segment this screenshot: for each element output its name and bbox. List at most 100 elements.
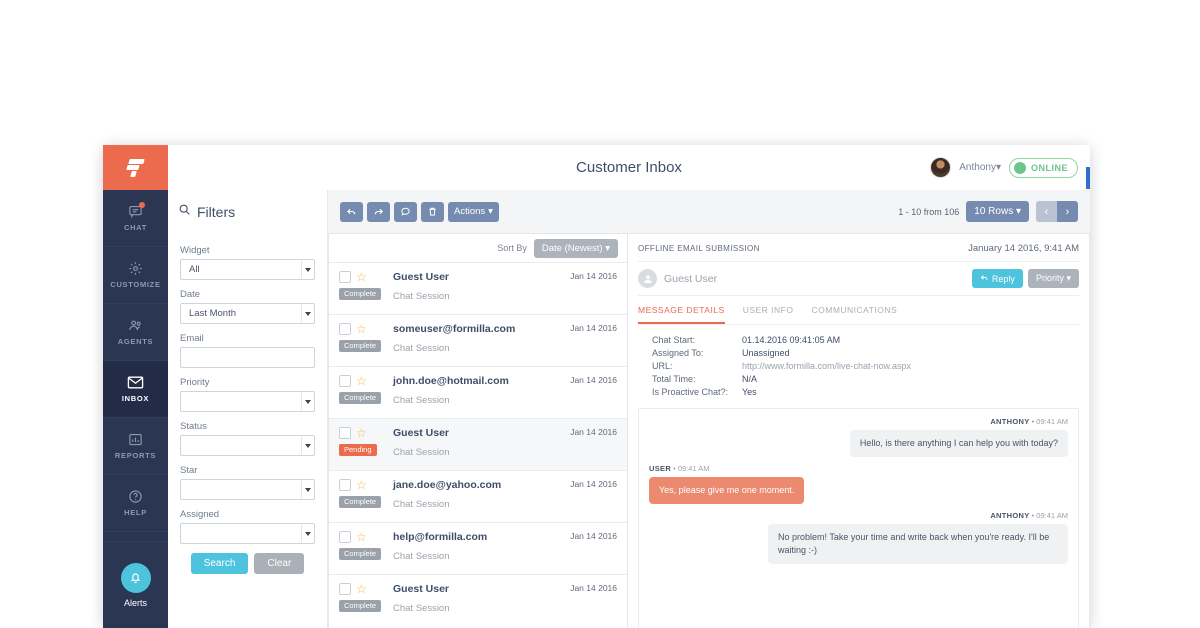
- chat-message-meta: ANTHONY • 09:41 AM: [990, 511, 1068, 521]
- list-item-text: Guest User Chat Session: [393, 271, 570, 314]
- reply-label: Reply: [991, 273, 1015, 284]
- reply-arrow-icon[interactable]: [340, 201, 363, 222]
- list-item[interactable]: ☆ Complete john.doe@hotmail.com Chat Ses…: [329, 366, 627, 418]
- list-item-controls: ☆ Complete: [339, 531, 393, 574]
- star-icon[interactable]: ☆: [356, 271, 367, 283]
- avatar[interactable]: [930, 157, 952, 178]
- date-select-value: Last Month: [189, 308, 236, 319]
- list-item[interactable]: ☆ Complete Guest User Chat Session Jan 1…: [329, 262, 627, 314]
- meta-value: 01.14.2016 09:41:05 AM: [742, 335, 841, 345]
- list-item-text: Guest User Chat Session: [393, 583, 570, 626]
- date-select[interactable]: Last Month: [180, 303, 315, 324]
- reply-arrow-icon: [980, 273, 989, 284]
- next-page-button[interactable]: ›: [1057, 201, 1078, 222]
- field-label: Email: [180, 333, 204, 344]
- status-badge: Complete: [339, 600, 382, 612]
- chat-message: ANTHONY • 09:41 AM No problem! Take your…: [649, 511, 1068, 565]
- comment-icon[interactable]: [394, 201, 417, 222]
- field-label: Widget: [180, 245, 210, 256]
- chevron-down-icon: [301, 261, 313, 278]
- list-item[interactable]: ☆ Complete help@formilla.com Chat Sessio…: [329, 522, 627, 574]
- actions-label: Actions: [454, 206, 486, 217]
- status-badge: Complete: [339, 548, 382, 560]
- row-checkbox[interactable]: [339, 427, 351, 439]
- chat-message-sender: ANTHONY: [990, 417, 1030, 426]
- list-item-text: jane.doe@yahoo.com Chat Session: [393, 479, 570, 522]
- sidebar-item-agents[interactable]: AGENTS: [103, 304, 168, 361]
- sidebar-item-help[interactable]: HELP: [103, 475, 168, 532]
- actions-button[interactable]: Actions ▾: [448, 201, 499, 222]
- list-item-text: Guest User Chat Session: [393, 427, 570, 470]
- star-icon[interactable]: ☆: [356, 427, 367, 439]
- star-icon[interactable]: ☆: [356, 531, 367, 543]
- row-checkbox[interactable]: [339, 323, 351, 335]
- app-logo[interactable]: [103, 145, 168, 190]
- sidebar-item-customize[interactable]: CUSTOMIZE: [103, 247, 168, 304]
- row-checkbox[interactable]: [339, 531, 351, 543]
- status-badge: Complete: [339, 392, 382, 404]
- list-item[interactable]: ☆ Complete jane.doe@yahoo.com Chat Sessi…: [329, 470, 627, 522]
- list-item-controls: ☆ Complete: [339, 375, 393, 418]
- user-menu[interactable]: Anthony▾: [959, 162, 1001, 173]
- pagination-range: 1 - 10 from 106: [898, 206, 960, 217]
- meta-value-url[interactable]: http://www.formilla.com/live-chat-now.as…: [742, 361, 911, 371]
- status-badge: Complete: [339, 496, 382, 508]
- meta-value: N/A: [742, 374, 758, 384]
- sort-by-button[interactable]: Date (Newest) ▾: [533, 238, 618, 258]
- prev-page-button[interactable]: ‹: [1036, 201, 1057, 222]
- row-checkbox[interactable]: [339, 479, 351, 491]
- reply-button[interactable]: Reply: [971, 269, 1023, 288]
- widget-select[interactable]: All: [180, 259, 315, 280]
- user-name-label: Anthony: [959, 162, 996, 173]
- assigned-select[interactable]: [180, 523, 315, 544]
- row-checkbox[interactable]: [339, 583, 351, 595]
- filters-title: Filters: [197, 203, 236, 220]
- filters-body: Widget All Date Last Month Email Priorit…: [168, 233, 327, 574]
- row-checkbox[interactable]: [339, 375, 351, 387]
- forward-arrow-icon[interactable]: [367, 201, 390, 222]
- meta-row: Chat Start: 01.14.2016 09:41:05 AM: [652, 335, 1079, 345]
- bell-icon: [120, 562, 151, 593]
- clear-button[interactable]: Clear: [254, 553, 305, 574]
- tab-communications[interactable]: COMMUNICATIONS: [811, 296, 897, 324]
- sort-row: Sort By Date (Newest) ▾: [329, 234, 627, 262]
- alerts-button[interactable]: Alerts: [103, 542, 168, 628]
- list-item-date: Jan 14 2016: [570, 323, 617, 333]
- row-checkbox[interactable]: [339, 271, 351, 283]
- chat-message-sender: USER: [649, 464, 672, 474]
- field-label: Assigned: [180, 509, 220, 520]
- email-input[interactable]: [180, 347, 315, 368]
- list-item-name: Guest User: [393, 427, 450, 439]
- list-item-controls: ☆ Complete: [339, 323, 393, 366]
- sidebar-item-chat[interactable]: CHAT: [103, 190, 168, 247]
- list-item-subtitle: Chat Session: [393, 551, 450, 562]
- status-toggle[interactable]: ONLINE: [1008, 157, 1078, 178]
- star-icon[interactable]: ☆: [356, 375, 367, 387]
- star-icon[interactable]: ☆: [356, 583, 367, 595]
- star-select[interactable]: [180, 479, 315, 500]
- sort-value: Date (Newest): [541, 242, 603, 254]
- chat-message-time: 09:41 AM: [1036, 511, 1068, 521]
- chevron-down-icon: [301, 437, 313, 454]
- sidebar-item-reports[interactable]: REPORTS: [103, 418, 168, 475]
- search-button[interactable]: Search: [190, 553, 249, 574]
- sort-label: Sort By: [497, 243, 527, 253]
- trash-icon[interactable]: [421, 201, 444, 222]
- list-item[interactable]: ☆ Complete Guest User Chat Session Jan 1…: [329, 574, 627, 626]
- filters-header: Filters: [168, 190, 327, 233]
- priority-button[interactable]: Priority ▾: [1027, 269, 1079, 288]
- sidebar-item-inbox[interactable]: INBOX: [103, 361, 168, 418]
- star-icon[interactable]: ☆: [356, 479, 367, 491]
- star-icon[interactable]: ☆: [356, 323, 367, 335]
- list-item[interactable]: ☆ Pending Guest User Chat Session Jan 14…: [329, 418, 627, 470]
- filters-panel: Filters Widget All Date Last Month Email…: [168, 190, 328, 628]
- list-item[interactable]: ☆ Complete someuser@formilla.com Chat Se…: [329, 314, 627, 366]
- rows-per-page-button[interactable]: 10 Rows ▾: [966, 201, 1029, 222]
- priority-select[interactable]: [180, 391, 315, 412]
- tab-user-info[interactable]: USER INFO: [743, 296, 794, 324]
- chevron-down-icon: ▾: [488, 206, 493, 217]
- status-select[interactable]: [180, 435, 315, 456]
- sidebar-item-label: INBOX: [121, 394, 150, 403]
- tab-message-details[interactable]: MESSAGE DETAILS: [638, 296, 725, 324]
- meta-key: Chat Start:: [652, 335, 696, 345]
